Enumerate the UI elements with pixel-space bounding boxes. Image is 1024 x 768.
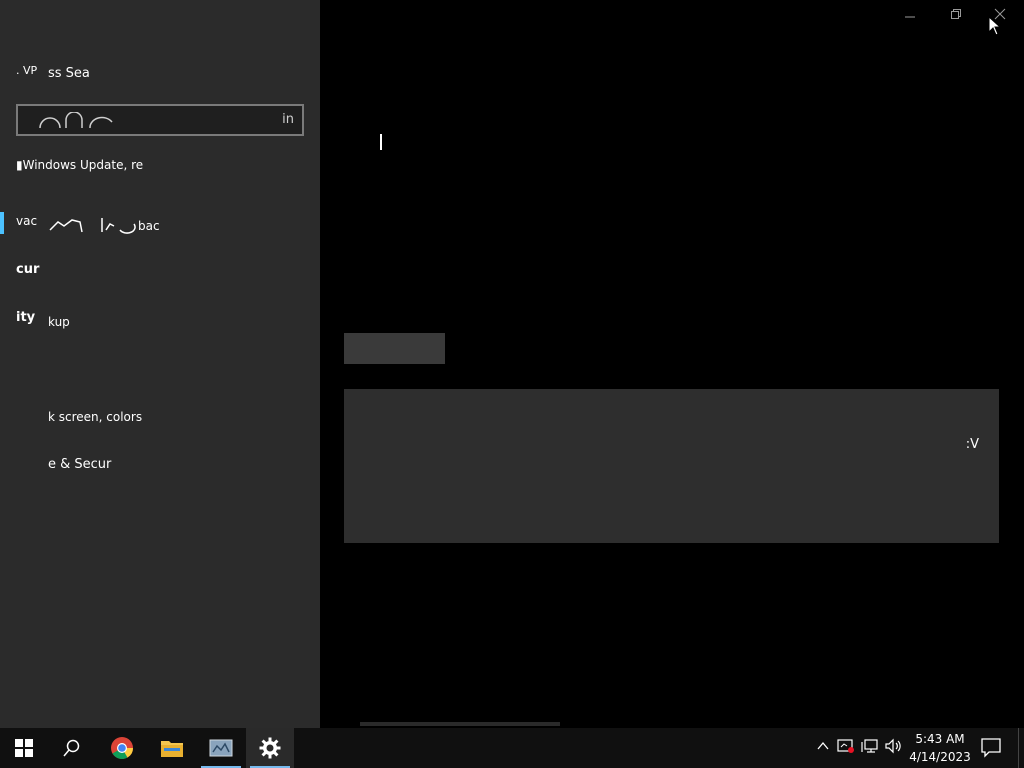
panel-fragment-text: :V — [965, 437, 979, 452]
search-icon — [63, 739, 80, 757]
settings-search-input[interactable]: in — [16, 104, 304, 136]
glitch-arcs-icon — [39, 112, 113, 129]
content-panel: :V — [344, 389, 999, 543]
sidebar-item-windows-update-label: Windows Update, re — [22, 158, 144, 172]
text-cursor — [380, 134, 382, 150]
sidebar-fragment-vp: . VP — [16, 64, 38, 77]
restore-icon — [951, 9, 961, 19]
folder-icon — [161, 741, 183, 757]
sidebar-item-personalization[interactable]: k screen, colors — [48, 410, 142, 424]
sidebar-fragment-bac: bac — [138, 219, 160, 233]
minimize-icon — [905, 16, 915, 18]
taskbar-chrome[interactable] — [98, 728, 146, 768]
notification-icon — [981, 738, 1001, 758]
selected-indicator — [0, 212, 4, 234]
sidebar-item-backup[interactable]: kup — [48, 315, 70, 329]
clock-time: 5:43 AM — [915, 732, 965, 746]
sidebar-item-windows-update[interactable]: ▮Windows Update, re — [16, 158, 143, 172]
sidebar-fragment-vac: vac — [16, 214, 38, 228]
sidebar-item-update-security[interactable]: e & Secur — [48, 457, 111, 472]
glitch-glyphs-icon — [49, 218, 136, 234]
tray-app-button[interactable] — [836, 738, 856, 758]
minimize-button[interactable] — [896, 6, 924, 28]
mouse-pointer-icon — [988, 16, 1002, 36]
tray-app-icon — [837, 739, 854, 753]
restore-button[interactable] — [942, 6, 970, 28]
sidebar-fragment-cur: cur — [16, 262, 40, 277]
clock-date: 4/14/2023 — [909, 750, 971, 764]
sidebar-fragment-search-title: ss Sea — [48, 66, 90, 81]
speaker-icon — [885, 738, 901, 754]
settings-content: :V — [320, 0, 1024, 728]
chrome-icon — [111, 737, 133, 759]
chevron-up-icon — [817, 741, 829, 750]
taskbar-app-window[interactable] — [197, 728, 245, 768]
settings-sidebar: . VP ss Sea in ▮Windows Update, re vac b… — [0, 0, 320, 728]
gear-icon — [259, 737, 281, 759]
app-window-icon — [209, 739, 233, 757]
taskbar-file-explorer[interactable] — [148, 728, 196, 768]
placeholder-button[interactable] — [344, 333, 445, 364]
network-button[interactable] — [860, 738, 880, 758]
taskbar: 5:43 AM 4/14/2023 — [0, 728, 1024, 768]
windows-logo-icon — [15, 739, 33, 757]
search-placeholder: in — [282, 112, 294, 127]
network-icon — [861, 739, 878, 753]
sidebar-fragment-ity: ity — [16, 310, 36, 325]
taskbar-settings[interactable] — [246, 728, 294, 768]
faint-status-strip — [360, 722, 560, 726]
volume-button[interactable] — [884, 738, 904, 758]
taskbar-clock[interactable]: 5:43 AM 4/14/2023 — [908, 730, 972, 766]
show-desktop-divider[interactable] — [1018, 728, 1019, 768]
action-center-button[interactable] — [980, 736, 1004, 760]
taskbar-search-button[interactable] — [48, 728, 96, 768]
show-hidden-icons-button[interactable] — [813, 738, 833, 758]
start-button[interactable] — [0, 728, 48, 768]
